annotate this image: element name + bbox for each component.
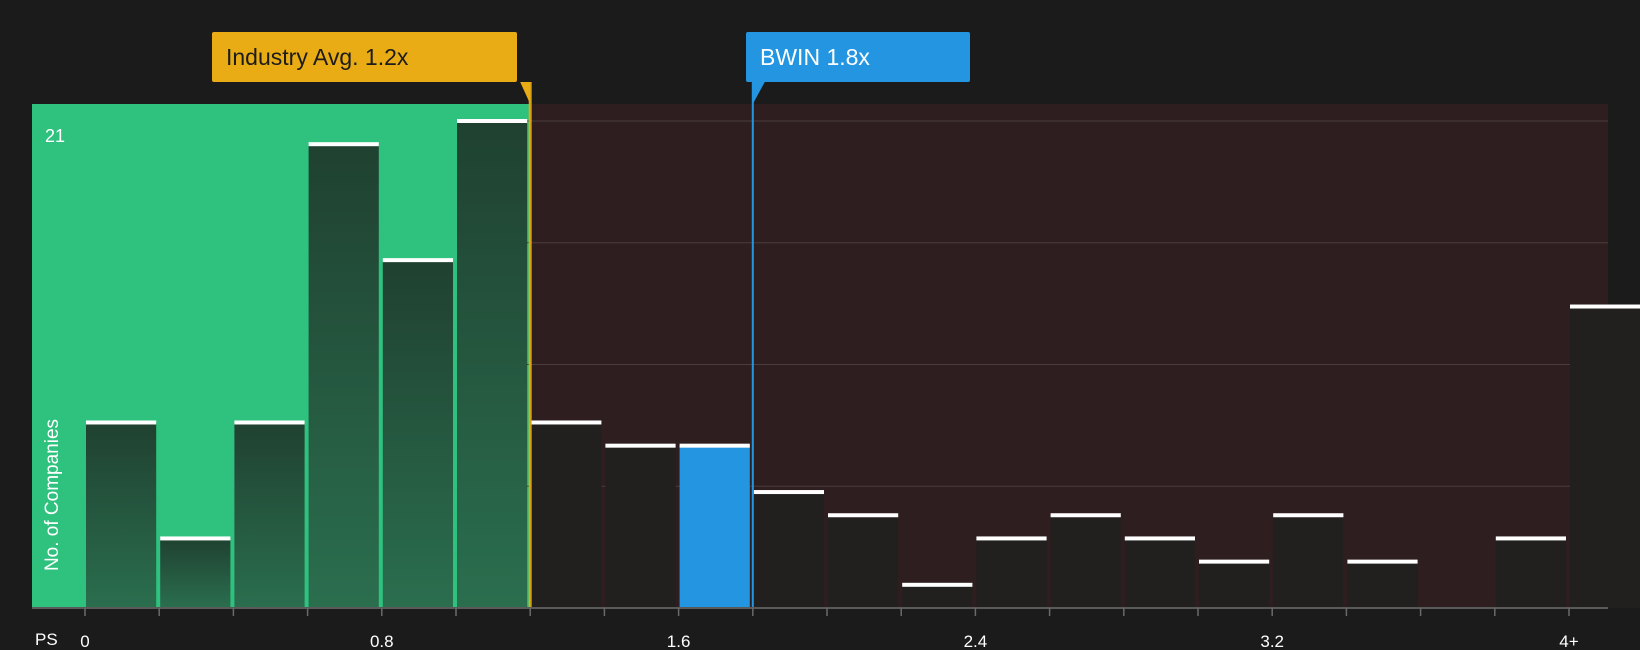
bar-cap: [976, 536, 1047, 541]
bar-cap: [1124, 536, 1195, 541]
bar-cap: [828, 513, 899, 518]
company-callout-pointer: [752, 82, 765, 104]
bar-cap: [1199, 559, 1270, 564]
bar-cap: [531, 420, 602, 425]
bar-cap: [234, 420, 305, 425]
histogram-bar: [1124, 538, 1195, 608]
bar-cap: [902, 582, 973, 587]
histogram-bar: [382, 260, 453, 608]
histogram-bar: [753, 492, 824, 608]
histogram-bar: [828, 515, 899, 608]
industry-callout-pointer: [520, 82, 531, 104]
bar-cap: [679, 443, 750, 448]
bar-cap: [1570, 304, 1640, 309]
histogram-bar: [160, 538, 231, 608]
x-tick-label: 1.6: [667, 632, 691, 650]
x-tick-label: 2.4: [964, 632, 988, 650]
histogram-bar: [86, 422, 157, 608]
y-axis-label: No. of Companies: [42, 418, 63, 572]
histogram-bar: [976, 538, 1047, 608]
bar-cap: [1495, 536, 1566, 541]
bar-cap: [457, 119, 528, 123]
bar-cap: [605, 443, 676, 448]
industry-average-callout: Industry Avg. 1.2x: [212, 32, 517, 82]
bar-cap: [308, 142, 379, 147]
histogram-bar: [605, 445, 676, 608]
company-ps-callout: BWIN 1.8x: [746, 32, 970, 82]
x-tick-label: 0.8: [370, 632, 394, 650]
ps-ratio-histogram: 0 0.8 1.6 2.4 3.2 4+: [32, 82, 1640, 650]
histogram-bar: [902, 584, 973, 608]
histogram-bar: [308, 144, 379, 608]
x-tick-label: 0: [80, 632, 89, 650]
histogram-bar: [1570, 306, 1640, 608]
histogram-bar: [1495, 538, 1566, 608]
x-tick-label: 4+: [1559, 632, 1578, 650]
x-tick-label: 3.2: [1260, 632, 1284, 650]
bar-cap: [382, 258, 453, 263]
histogram-bar: [1199, 561, 1270, 608]
histogram-bar: [1050, 515, 1121, 608]
histogram-bar: [1347, 561, 1418, 608]
y-axis-max-label: 21: [45, 126, 66, 146]
histogram-bar: [679, 445, 750, 608]
histogram-bar: [1273, 515, 1344, 608]
bar-cap: [1050, 513, 1121, 518]
bar-cap: [86, 420, 157, 425]
bar-cap: [160, 536, 231, 541]
histogram-bar: [531, 422, 602, 608]
bar-cap: [753, 490, 824, 495]
bar-cap: [1347, 559, 1418, 564]
bar-cap: [1273, 513, 1344, 518]
x-axis-prefix: PS: [35, 630, 58, 649]
histogram-bar: [234, 422, 305, 608]
histogram-bar: [457, 121, 528, 608]
